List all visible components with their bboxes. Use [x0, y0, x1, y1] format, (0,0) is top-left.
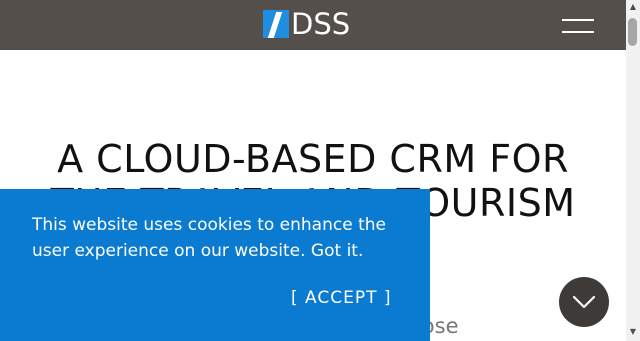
- logo-text: DSS: [291, 7, 351, 41]
- hamburger-menu-icon[interactable]: [562, 17, 594, 33]
- accept-cookies-button[interactable]: [ ACCEPT ]: [291, 288, 392, 308]
- menu-line: [562, 31, 594, 33]
- scroll-up-arrow-icon[interactable]: ▲: [626, 2, 640, 12]
- page-scrollbar[interactable]: ▲ ▼: [626, 0, 640, 341]
- site-header: DSS: [0, 0, 626, 50]
- cookie-banner: This website uses cookies to enhance the…: [0, 189, 430, 341]
- scrollbar-thumb[interactable]: [628, 18, 637, 46]
- scroll-down-arrow-icon[interactable]: ▼: [626, 327, 640, 337]
- cookie-message: This website uses cookies to enhance the…: [32, 215, 386, 261]
- chevron-down-icon: [572, 295, 596, 309]
- logo-mark-icon: [263, 10, 289, 38]
- menu-line: [562, 19, 594, 21]
- scroll-down-button[interactable]: [559, 277, 609, 327]
- dss-logo[interactable]: DSS: [263, 9, 350, 39]
